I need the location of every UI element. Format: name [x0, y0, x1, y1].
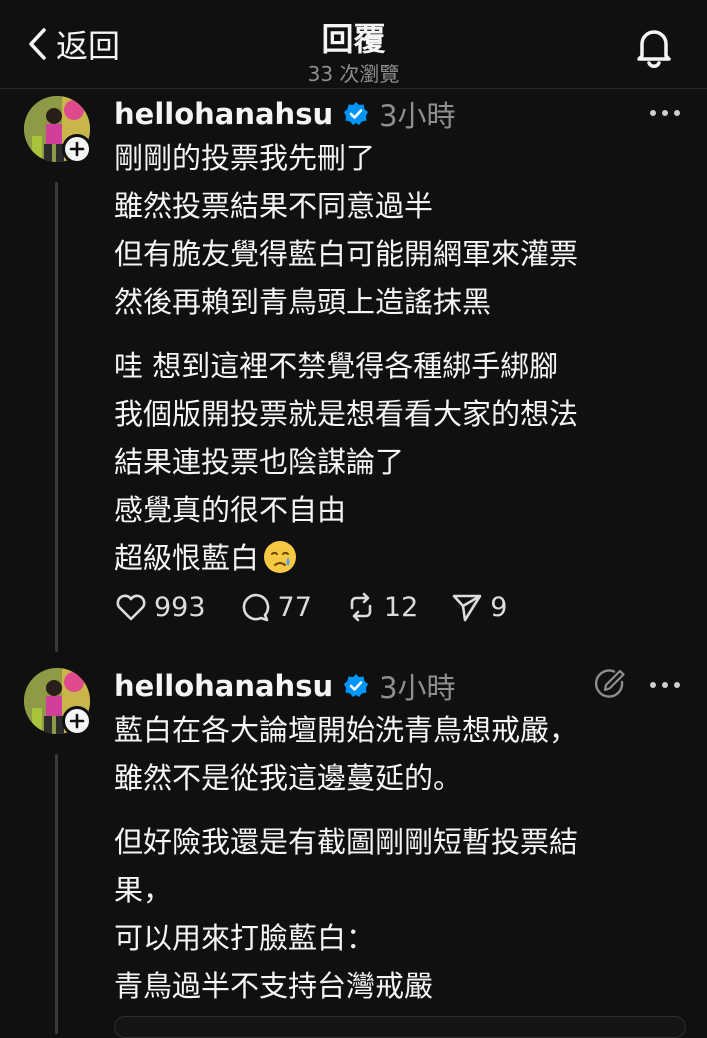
- comment-count: 77: [277, 591, 312, 623]
- heart-icon: [116, 594, 146, 621]
- text-line: 青鳥過半不支持台灣戒嚴: [114, 969, 434, 1003]
- view-count: 33 次瀏覽: [307, 62, 400, 86]
- text-line: 感覺真的很不自由: [114, 493, 347, 527]
- text-line: 雖然不是從我這邊蔓延的。: [114, 761, 463, 795]
- more-options-icon[interactable]: [648, 678, 682, 692]
- post-text: 藍白在各大論壇開始洗青鳥想戒嚴， 雖然不是從我這邊蔓延的。 但好險我還是有截圖剛…: [114, 706, 578, 1026]
- comment-button[interactable]: 77: [238, 590, 312, 624]
- plus-icon: [69, 141, 85, 157]
- thread-line: [55, 754, 58, 1034]
- follow-button[interactable]: [62, 134, 92, 164]
- comment-bubble-icon: [242, 593, 269, 622]
- text-line: 藍白在各大論壇開始洗青鳥想戒嚴，: [114, 713, 579, 747]
- share-count: 9: [490, 591, 508, 623]
- verified-badge-icon: [344, 674, 369, 697]
- text-line: 結果連投票也陰謀論了: [114, 445, 405, 479]
- paragraph: 哇 想到這裡不禁覺得各種綁手綁腳 我個版開投票就是想看看大家的想法 結果連投票也…: [114, 342, 578, 582]
- repost-button[interactable]: 12: [344, 590, 418, 624]
- text-line: 但有脆友覺得藍白可能開網軍來灌票: [114, 237, 579, 271]
- text-line: 哇 想到這裡不禁覺得各種綁手綁腳: [114, 349, 559, 383]
- repost-icon: [350, 592, 372, 622]
- username[interactable]: hellohanahsu: [114, 669, 333, 703]
- paragraph: 藍白在各大論壇開始洗青鳥想戒嚴， 雖然不是從我這邊蔓延的。: [114, 706, 578, 802]
- verified-badge-icon: [344, 102, 369, 125]
- timestamp: 3小時: [379, 99, 456, 133]
- share-button[interactable]: 9: [450, 590, 507, 624]
- edited-icon: [594, 669, 625, 698]
- more-options-icon[interactable]: [648, 106, 682, 120]
- follow-button[interactable]: [62, 706, 92, 736]
- text-line: 果，: [114, 873, 173, 907]
- post-actions: 993 77 12 9: [114, 590, 539, 624]
- text-line: 但好險我還是有截圖剛剛短暫投票結: [114, 825, 579, 859]
- bell-icon[interactable]: [630, 22, 678, 70]
- like-count: 993: [154, 591, 206, 623]
- post-header: hellohanahsu 3小時: [114, 96, 456, 133]
- thread-line: [55, 182, 58, 652]
- attached-media-preview[interactable]: [114, 1016, 686, 1038]
- username[interactable]: hellohanahsu: [114, 97, 333, 131]
- send-icon: [452, 594, 482, 622]
- text-line: 雖然投票結果不同意過半: [114, 189, 434, 223]
- post-text: 剛剛的投票我先刪了 雖然投票結果不同意過半 但有脆友覺得藍白可能開網軍來灌票 然…: [114, 134, 578, 598]
- repost-count: 12: [383, 591, 419, 623]
- text-line: 然後再賴到青鳥頭上造謠抹黑: [114, 285, 492, 319]
- text-line: 剛剛的投票我先刪了: [114, 141, 376, 175]
- page-title: 回覆: [321, 20, 386, 58]
- top-bar: 返回 回覆 33 次瀏覽: [0, 0, 707, 89]
- timestamp: 3小時: [379, 671, 456, 705]
- paragraph: 但好險我還是有截圖剛剛短暫投票結 果， 可以用來打臉藍白： 青鳥過半不支持台灣戒…: [114, 818, 578, 1010]
- text-line-with-emoji: 超級恨藍白: [114, 534, 578, 582]
- plus-icon: [69, 713, 85, 729]
- post-header: hellohanahsu 3小時: [114, 668, 456, 705]
- like-button[interactable]: 993: [114, 590, 206, 624]
- text-line: 可以用來打臉藍白：: [114, 921, 376, 955]
- text-line: 超級恨藍白: [114, 541, 260, 575]
- crying-face-emoji-icon: [264, 541, 297, 573]
- paragraph: 剛剛的投票我先刪了 雖然投票結果不同意過半 但有脆友覺得藍白可能開網軍來灌票 然…: [114, 134, 578, 326]
- text-line: 我個版開投票就是想看看大家的想法: [114, 397, 579, 431]
